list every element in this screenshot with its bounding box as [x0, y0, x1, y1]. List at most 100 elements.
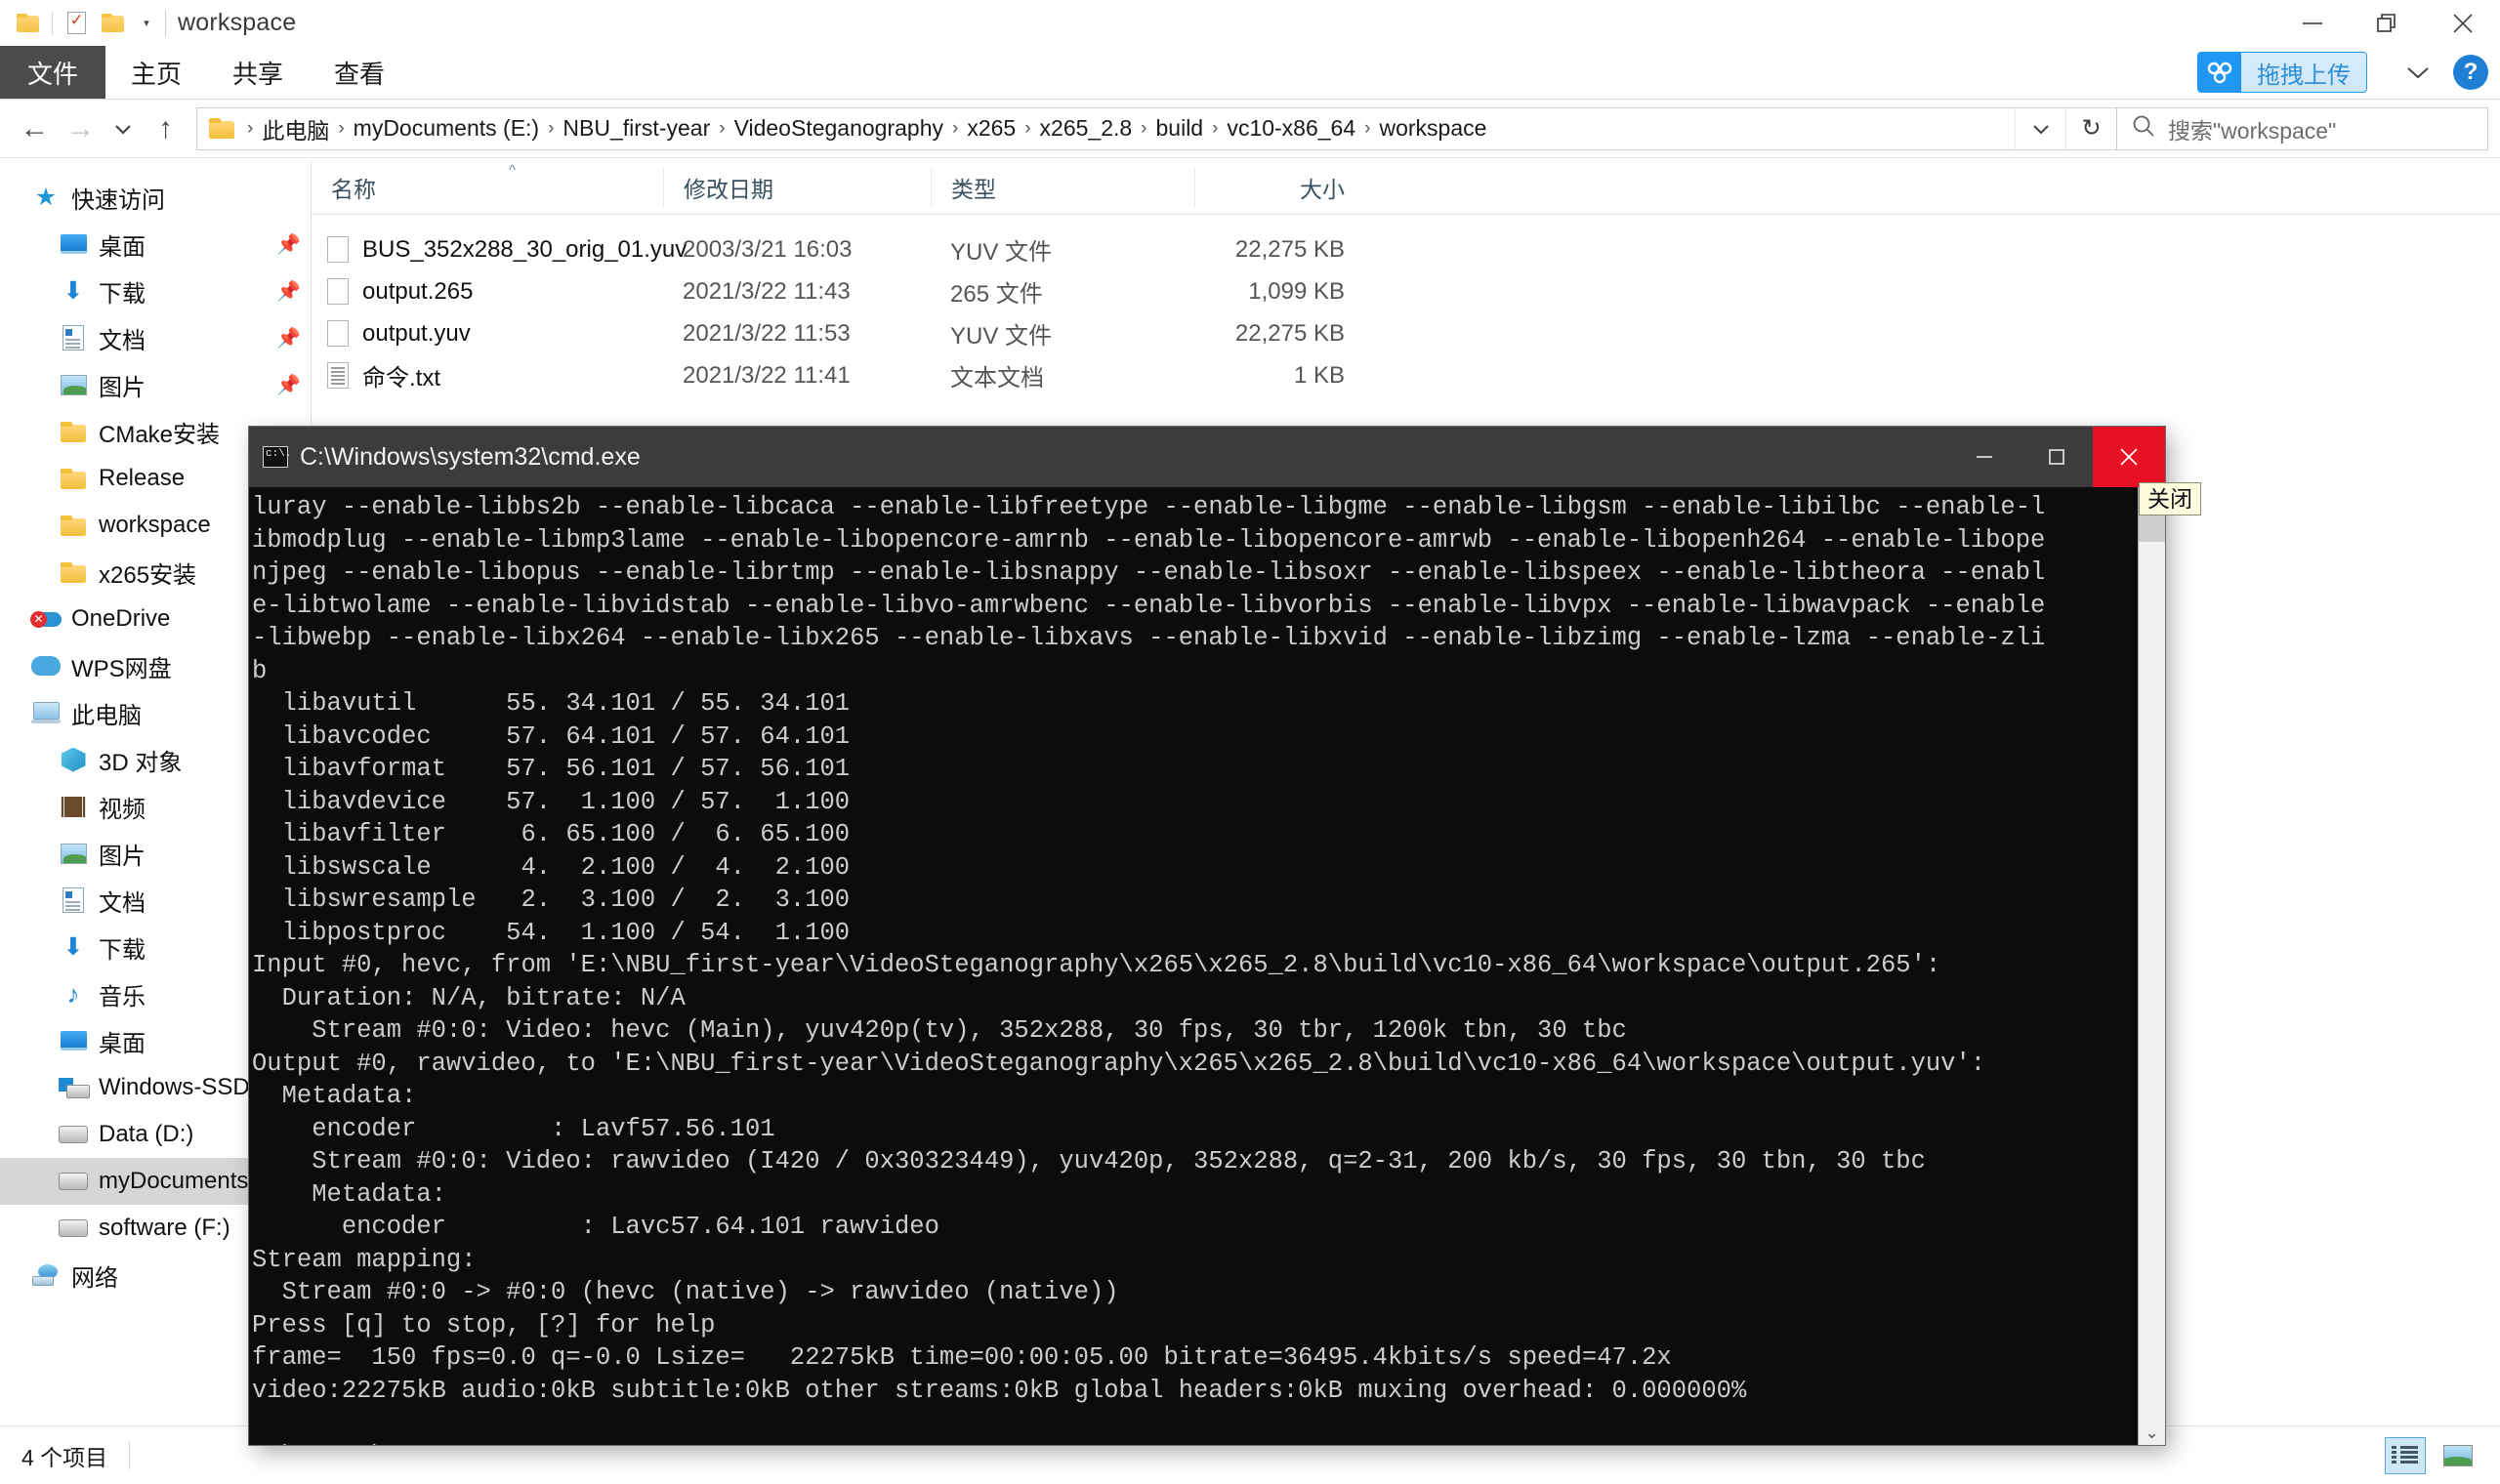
details-view-button[interactable] — [2385, 1436, 2426, 1474]
cmd-close-button[interactable] — [2093, 427, 2165, 487]
window-title: workspace — [178, 9, 297, 36]
drag-upload-button[interactable]: 拖拽上传 — [2197, 52, 2367, 93]
table-row[interactable]: 命令.txt 2021/3/22 11:41 文本文档 1 KB — [312, 354, 2500, 396]
breadcrumb-item[interactable]: vc10-x86_64 — [1223, 115, 1359, 142]
column-header-name[interactable]: 名称 — [312, 168, 663, 207]
cmd-console-body: luray --enable-libbs2b --enable-libcaca … — [249, 487, 2165, 1445]
breadcrumb-item[interactable]: myDocuments (E:) — [350, 115, 543, 142]
file-type-cell: YUV 文件 — [950, 239, 1053, 266]
new-folder-icon[interactable] — [95, 5, 132, 42]
tab-share[interactable]: 共享 — [207, 46, 309, 99]
folder-icon[interactable] — [10, 5, 47, 42]
sidebar-item-label: Release — [99, 465, 186, 491]
folder-icon — [57, 515, 90, 536]
breadcrumb-item[interactable]: workspace — [1375, 115, 1490, 142]
breadcrumb-item[interactable]: build — [1152, 115, 1208, 142]
ribbon-tab-bar: 文件 主页 共享 查看 拖拽上传 ? — [0, 46, 2500, 100]
file-name-label: output.yuv — [362, 319, 471, 347]
search-icon — [2131, 113, 2156, 144]
breadcrumb-item[interactable]: x265_2.8 — [1036, 115, 1137, 142]
file-icon — [327, 320, 349, 347]
star-icon: ★ — [34, 183, 58, 211]
breadcrumb-separator: › — [1212, 117, 1219, 139]
table-row[interactable]: output.265 2021/3/22 11:43 265 文件 1,099 KB — [312, 270, 2500, 312]
address-dropdown-caret-icon[interactable] — [2015, 107, 2065, 149]
file-type-cell: 265 文件 — [950, 281, 1043, 308]
breadcrumb-separator: › — [338, 117, 345, 139]
desktop-icon — [57, 234, 90, 254]
breadcrumb: › 此电脑 › myDocuments (E:) › NBU_first-yea… — [242, 112, 2015, 145]
breadcrumb-item[interactable]: 此电脑 — [258, 112, 333, 145]
baidu-cloud-icon — [2198, 53, 2241, 92]
properties-icon[interactable] — [58, 5, 95, 42]
table-row[interactable]: BUS_352x288_30_orig_01.yuv 2003/3/21 16:0… — [312, 228, 2500, 270]
table-row[interactable]: output.yuv 2021/3/22 11:53 YUV 文件 22,275 KB — [312, 312, 2500, 354]
sidebar-item-[interactable]: 桌面 📌 — [0, 221, 311, 268]
scroll-down-arrow-icon[interactable]: ⌄ — [2139, 1423, 2165, 1443]
file-name-label: output.265 — [362, 277, 474, 305]
sidebar-item-label: 下载 — [99, 280, 146, 308]
column-header-type[interactable]: 类型 — [931, 167, 1194, 207]
tab-file[interactable]: 文件 — [0, 46, 105, 99]
pin-icon[interactable]: 📌 — [276, 326, 301, 350]
expand-ribbon-caret-icon[interactable] — [2393, 51, 2443, 94]
search-input[interactable]: 搜索"workspace" — [2117, 106, 2488, 150]
tab-home[interactable]: 主页 — [105, 46, 207, 99]
sidebar-item-label: 下载 — [99, 936, 146, 964]
file-list: BUS_352x288_30_orig_01.yuv 2003/3/21 16:0… — [312, 215, 2500, 396]
document-icon — [57, 325, 90, 350]
caret-glyph: ▾ — [144, 18, 149, 29]
close-button[interactable] — [2425, 0, 2500, 46]
minimize-button[interactable] — [2274, 0, 2350, 46]
sidebar-item-label: WPS网盘 — [71, 655, 172, 682]
folder-icon — [57, 561, 90, 583]
console-icon — [263, 446, 291, 468]
column-header-row: ^ 名称 修改日期 类型 大小 — [312, 160, 2500, 215]
sidebar-item-[interactable]: ⬇ 下载 📌 — [0, 268, 311, 314]
breadcrumb-item[interactable]: NBU_first-year — [559, 115, 714, 142]
pin-icon[interactable]: 📌 — [276, 232, 301, 257]
cmd-maximize-button[interactable] — [2021, 427, 2093, 487]
restore-button[interactable] — [2350, 0, 2425, 46]
cmd-scrollbar[interactable]: ⌄ — [2138, 487, 2165, 1445]
customize-caret-icon[interactable]: ▾ — [132, 5, 161, 42]
file-icon — [327, 278, 349, 305]
explorer-title-bar: ▾ workspace — [0, 0, 2500, 46]
tab-view[interactable]: 查看 — [309, 46, 410, 99]
sidebar-item-label: 3D 对象 — [99, 749, 183, 776]
pin-icon[interactable]: 📌 — [276, 279, 301, 304]
sidebar-item-[interactable]: ★ 快速访问 — [0, 174, 311, 221]
title-divider — [165, 10, 166, 36]
cmd-minimize-button[interactable] — [1948, 427, 2021, 487]
cmd-title-bar: C:\Windows\system32\cmd.exe — [249, 427, 2165, 487]
address-bar[interactable]: › 此电脑 › myDocuments (E:) › NBU_first-yea… — [196, 106, 2117, 150]
address-folder-icon — [197, 118, 242, 139]
file-date-cell: 2021/3/22 11:43 — [683, 277, 851, 305]
breadcrumb-item[interactable]: VideoSteganography — [730, 115, 947, 142]
back-button[interactable]: ← — [12, 105, 58, 151]
sidebar-item-[interactable]: 文档 📌 — [0, 314, 311, 361]
pin-icon[interactable]: 📌 — [276, 373, 301, 397]
forward-button[interactable]: → — [58, 105, 104, 151]
file-name-label: 命令.txt — [362, 365, 441, 392]
sidebar-item-label: 图片 — [99, 374, 146, 401]
refresh-icon[interactable]: ↻ — [2065, 107, 2116, 149]
ribbon-right-group: 拖拽上传 ? — [2197, 46, 2500, 99]
file-name-label: BUS_352x288_30_orig_01.yuv — [362, 235, 688, 263]
search-placeholder: 搜索"workspace" — [2168, 117, 2337, 144]
windows-drive-icon — [57, 1078, 90, 1098]
sidebar-item-label: 桌面 — [99, 1030, 146, 1057]
column-header-date[interactable]: 修改日期 — [663, 167, 931, 207]
folder-icon — [57, 468, 90, 489]
quick-access-toolbar: ▾ — [0, 5, 161, 42]
help-button[interactable]: ? — [2453, 55, 2488, 90]
status-divider — [129, 1441, 131, 1469]
sidebar-item-[interactable]: 图片 📌 — [0, 361, 311, 408]
drive-icon — [57, 1219, 90, 1237]
up-button[interactable]: ↑ — [143, 105, 188, 151]
breadcrumb-separator: › — [1364, 117, 1371, 139]
thumbnail-view-button[interactable] — [2438, 1437, 2479, 1474]
column-header-size[interactable]: 大小 — [1194, 167, 1368, 207]
recent-locations-caret-icon[interactable] — [104, 105, 143, 151]
breadcrumb-item[interactable]: x265 — [963, 115, 1020, 142]
